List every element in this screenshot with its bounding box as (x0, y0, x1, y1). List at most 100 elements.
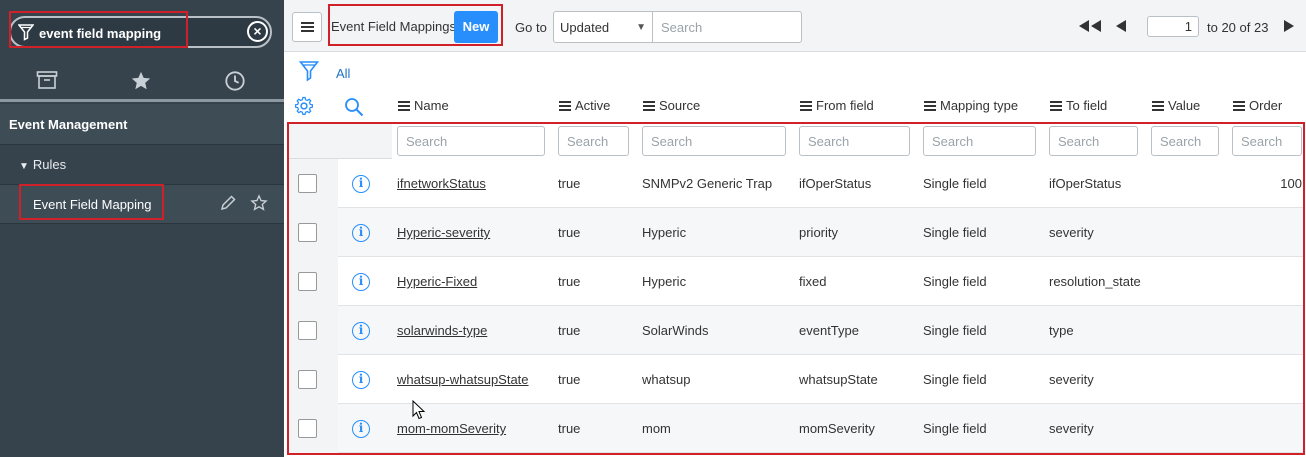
cell-source: mom (642, 421, 671, 436)
column-label: Value (1168, 98, 1201, 113)
cell-active: true (558, 372, 581, 387)
cell-from-field: priority (799, 225, 839, 240)
goto-search-input[interactable] (652, 11, 802, 43)
star-outline-icon[interactable] (250, 194, 268, 212)
cell-name-link[interactable]: mom-momSeverity (397, 421, 506, 436)
tab-history[interactable] (222, 70, 248, 92)
cell-to-field: resolution_state (1049, 274, 1141, 289)
column-menu-icon (1050, 101, 1062, 111)
row-checkbox[interactable] (298, 370, 317, 389)
cell-active: true (558, 225, 581, 240)
column-header-from-field[interactable]: From field (800, 98, 874, 113)
row-checkbox[interactable] (298, 223, 317, 242)
nav-app-event-management[interactable]: Event Management (0, 104, 284, 144)
row-checkbox[interactable] (298, 321, 317, 340)
app-window: × Event Mana (0, 0, 1306, 457)
star-icon (131, 71, 151, 90)
funnel-icon (18, 24, 34, 41)
nav-module-event-field-mapping[interactable]: Event Field Mapping (0, 184, 284, 224)
row-checkbox[interactable] (298, 419, 317, 438)
filter-funnel-icon[interactable] (299, 60, 319, 82)
cell-name-link[interactable]: Hyperic-severity (397, 225, 490, 240)
column-header-name[interactable]: Name (398, 98, 449, 113)
navigator-filter[interactable]: × (9, 16, 272, 48)
cell-mapping-type: Single field (923, 372, 987, 387)
tab-all-apps[interactable] (34, 70, 60, 92)
row-select-cell (288, 355, 338, 404)
navigator-tabs (0, 60, 284, 102)
search-row-spacer (288, 123, 392, 159)
column-header-mapping-type[interactable]: Mapping type (924, 98, 1018, 113)
table-row: i solarwinds-type true SolarWinds eventT… (288, 306, 1304, 355)
goto-field-select[interactable]: Updated ▼ (553, 11, 653, 43)
pencil-icon[interactable] (219, 194, 237, 212)
column-header-source[interactable]: Source (643, 98, 700, 113)
search-name-input[interactable] (397, 126, 545, 156)
search-from-field-input[interactable] (799, 126, 910, 156)
nav-module-label: Event Field Mapping (33, 197, 152, 212)
search-mapping-type-input[interactable] (923, 126, 1036, 156)
info-icon[interactable]: i (352, 420, 370, 438)
cell-from-field: eventType (799, 323, 859, 338)
column-menu-icon (924, 101, 936, 111)
cell-active: true (558, 274, 581, 289)
column-header-to-field[interactable]: To field (1050, 98, 1107, 113)
column-header-order[interactable]: Order (1233, 98, 1282, 113)
search-order-input[interactable] (1232, 126, 1302, 156)
page-range-label: to 20 of 23 (1207, 20, 1269, 35)
column-header-active[interactable]: Active (559, 98, 610, 113)
list-context-menu-button[interactable] (292, 12, 322, 42)
cell-name-link[interactable]: Hyperic-Fixed (397, 274, 477, 289)
info-icon[interactable]: i (352, 273, 370, 291)
info-icon[interactable]: i (352, 322, 370, 340)
cell-name-link[interactable]: solarwinds-type (397, 323, 487, 338)
list-view: Event Field Mappings New Go to Updated ▼… (284, 0, 1306, 457)
first-page-icon[interactable] (1077, 19, 1103, 33)
search-value-input[interactable] (1151, 126, 1219, 156)
previous-page-icon[interactable] (1114, 19, 1127, 33)
table-row: i Hyperic-severity true Hyperic priority… (288, 208, 1304, 257)
cell-name-link[interactable]: ifnetworkStatus (397, 176, 486, 191)
search-source-input[interactable] (642, 126, 786, 156)
info-icon[interactable]: i (352, 224, 370, 242)
mouse-pointer-icon (412, 400, 426, 420)
column-menu-icon (800, 101, 812, 111)
row-select-cell (288, 159, 338, 208)
column-label: Mapping type (940, 98, 1019, 113)
new-button[interactable]: New (454, 11, 498, 43)
row-checkbox[interactable] (298, 272, 317, 291)
breadcrumb-all[interactable]: All (336, 66, 350, 81)
cell-active: true (558, 323, 581, 338)
archive-icon (36, 71, 58, 89)
tab-favorites[interactable] (128, 70, 154, 92)
cell-source: Hyperic (642, 274, 687, 289)
cell-name-link[interactable]: whatsup-whatsupState (397, 372, 529, 387)
search-to-field-input[interactable] (1049, 126, 1138, 156)
column-label: Name (414, 98, 449, 113)
info-icon[interactable]: i (352, 371, 370, 389)
row-select-cell (288, 208, 338, 257)
page-number-input[interactable] (1147, 16, 1199, 37)
row-checkbox[interactable] (298, 174, 317, 193)
cell-to-field: ifOperStatus (1049, 176, 1122, 191)
search-active-input[interactable] (558, 126, 629, 156)
cell-to-field: severity (1049, 421, 1094, 436)
cell-mapping-type: Single field (923, 274, 987, 289)
cell-active: true (558, 176, 581, 191)
cell-to-field: type (1049, 323, 1074, 338)
gear-icon[interactable] (294, 96, 314, 116)
column-header-value[interactable]: Value (1152, 98, 1200, 113)
table-row: i ifnetworkStatus true SNMPv2 Generic Tr… (288, 159, 1304, 208)
nav-section-rules[interactable]: ▼ Rules (0, 144, 284, 184)
next-page-icon[interactable] (1283, 19, 1296, 33)
caret-down-icon: ▼ (636, 22, 646, 33)
cell-mapping-type: Single field (923, 176, 987, 191)
table-row: i Hyperic-Fixed true Hyperic fixed Singl… (288, 257, 1304, 306)
column-label: From field (816, 98, 874, 113)
info-icon[interactable]: i (352, 175, 370, 193)
row-select-cell (288, 257, 338, 306)
cell-source: SolarWinds (642, 323, 709, 338)
clear-filter-icon[interactable]: × (247, 21, 268, 42)
navigator-filter-input[interactable] (39, 23, 239, 43)
search-icon[interactable] (344, 97, 364, 117)
